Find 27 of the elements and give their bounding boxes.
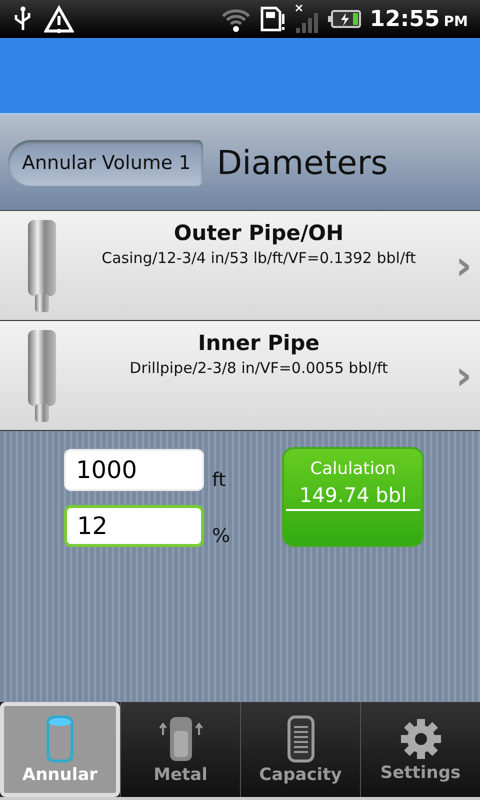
battery-icon xyxy=(328,9,362,29)
unit-label: % xyxy=(212,525,232,547)
pipe-title: Inner Pipe xyxy=(198,331,320,355)
pipe-title: Outer Pipe/OH xyxy=(174,221,344,245)
back-button[interactable]: Annular Volume 1 xyxy=(8,140,203,186)
status-meridiem: PM xyxy=(444,14,468,30)
chevron-icon: › xyxy=(456,356,472,396)
settings-icon xyxy=(398,716,442,760)
tab[interactable]: Capacity xyxy=(240,702,360,797)
cylinder-lines-icon xyxy=(286,714,316,762)
unit-label: ft xyxy=(212,469,227,491)
status-time: 12:55 xyxy=(370,6,440,32)
cylinder-icon xyxy=(45,714,75,762)
pipe-list-item[interactable]: Inner Pipe Drillpipe/2-3/8 in/VF=0.0055 bbl/ft › xyxy=(0,321,480,431)
page-title: Diameters xyxy=(216,143,388,182)
signal-icon xyxy=(294,4,320,34)
pipe-list-item[interactable]: Outer Pipe/OH Casing/12-3/4 in/53 lb/ft/VF=0.1392 bbl/ft › xyxy=(0,211,480,321)
input-field[interactable]: 12 xyxy=(64,505,204,547)
chevron-icon: › xyxy=(456,246,472,286)
pipe-detail: Drillpipe/2-3/8 in/VF=0.0055 bbl/ft xyxy=(130,359,388,377)
sd-card-icon xyxy=(260,6,286,32)
tab[interactable]: Settings xyxy=(360,702,480,797)
cylinder-arrows-icon xyxy=(158,714,202,762)
pipe-detail: Casing/12-3/4 in/53 lb/ft/VF=0.1392 bbl/ft xyxy=(102,249,416,267)
input-field[interactable]: 1000 xyxy=(64,449,204,491)
tab[interactable]: Metal xyxy=(120,702,240,797)
warning-icon xyxy=(44,5,74,33)
